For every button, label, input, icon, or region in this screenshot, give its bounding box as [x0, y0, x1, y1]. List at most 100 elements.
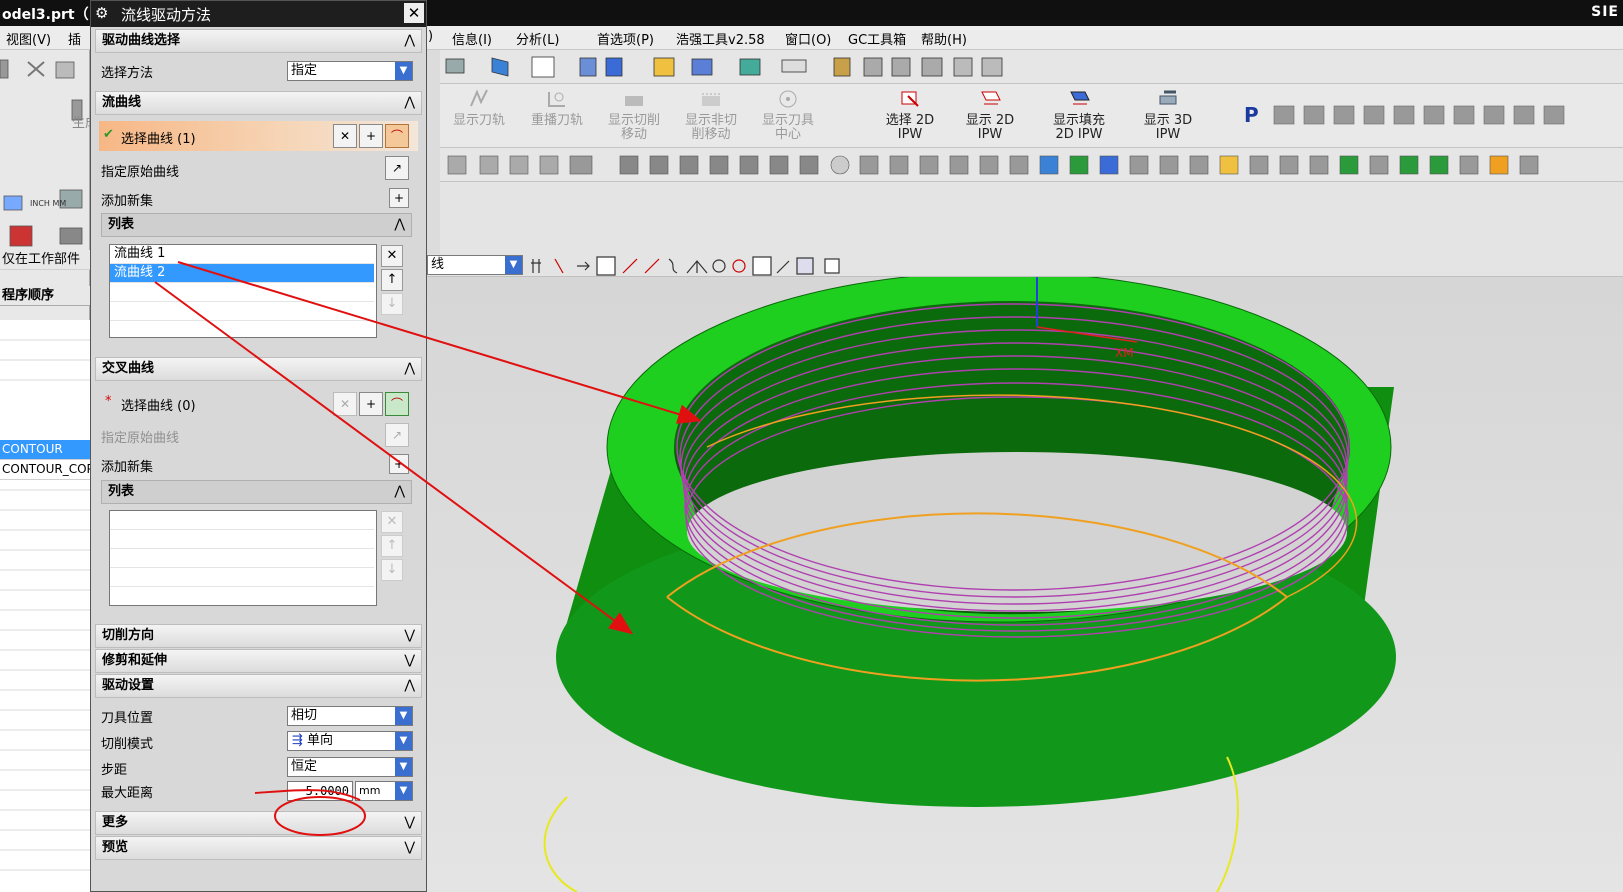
max-distance-input[interactable]: 5.0000 — [287, 781, 353, 801]
list-item-empty — [110, 568, 374, 587]
list-title: 列表 — [108, 217, 135, 232]
menu-gc-toolbox[interactable]: GC工具箱 — [848, 29, 906, 48]
chevron-up-icon: ⋀ — [404, 95, 415, 110]
nav-operation-contour-sel[interactable]: CONTOUR — [0, 440, 90, 460]
cross-specify-origin-button[interactable]: ↗ — [385, 423, 409, 447]
remove-list-item-button[interactable]: ✕ — [381, 245, 403, 267]
cross-curve-list[interactable] — [109, 510, 377, 606]
drive-settings-section-header[interactable]: 驱动设置 ⋀ — [95, 674, 422, 698]
sphere-icon — [830, 155, 850, 175]
menu-info[interactable]: 信息(I) — [452, 29, 492, 48]
flow-add-set-label: 添加新集 — [101, 194, 154, 209]
cross-curve-rule-button[interactable]: ⌒ — [385, 392, 409, 416]
work-part-filter[interactable]: 仅在工作部件 — [0, 250, 90, 270]
menu-haoqiang-tools[interactable]: 浩强工具v2.58 — [676, 29, 765, 48]
max-distance-unit-combo[interactable]: mm ▼ — [355, 781, 413, 801]
cross-deselect-button[interactable]: ✕ — [333, 392, 357, 416]
filled-ipw-icon — [1067, 88, 1091, 110]
list-item[interactable]: 流曲线 1 — [110, 245, 374, 264]
show-tool-center-button[interactable]: 显示刀具 中心 — [750, 88, 826, 142]
menu-help[interactable]: 帮助(H) — [921, 29, 967, 48]
flow-select-curve-row[interactable]: ✔ 选择曲线 (1) ✕ + ⌒ — [99, 121, 418, 151]
show-toolpath-button[interactable]: 显示刀轨 — [442, 88, 516, 128]
flow-specify-origin-label: 指定原始曲线 — [101, 165, 180, 180]
show-3d-ipw-button[interactable]: 显示 3D IPW — [1132, 88, 1204, 142]
point-on-curve-icon — [776, 260, 790, 274]
list-item-empty — [110, 549, 374, 568]
flow-curve-list[interactable]: 流曲线 1 流曲线 2 — [109, 244, 377, 338]
cross-curve-section-header[interactable]: 交叉曲线 ⋀ — [95, 357, 422, 381]
select-method-combo[interactable]: 指定 ▼ — [287, 61, 413, 81]
more-section-header[interactable]: 更多 ⋁ — [95, 811, 422, 835]
menu-insert[interactable]: 插 — [68, 29, 81, 48]
solid-icon-17 — [1129, 155, 1149, 175]
move-down-button[interactable]: ↓ — [381, 293, 403, 315]
menu-view[interactable]: 视图(V) — [6, 29, 51, 48]
standard-toolbar-icons[interactable] — [440, 50, 1623, 84]
cross-move-down-button[interactable]: ↓ — [381, 559, 403, 581]
show-noncut-moves-button[interactable]: 显示非切 削移动 — [672, 88, 750, 142]
menu-analysis[interactable]: 分析(L) — [516, 29, 559, 48]
dialog-title: 流线驱动方法 — [121, 6, 212, 24]
snap-point-icons[interactable] — [527, 255, 847, 277]
cross-specify-origin-label: 指定原始曲线 — [101, 431, 180, 446]
program-order-header[interactable]: 程序顺序 — [0, 286, 90, 306]
shaded-cube-icon — [491, 57, 509, 77]
list-item[interactable]: 流曲线 2 — [110, 264, 374, 283]
cross-add-set-button[interactable]: + — [389, 454, 409, 474]
nav-operation-contour-copy-row[interactable]: CONTOUR_COP — [0, 460, 90, 480]
feature-icon-1 — [447, 155, 467, 175]
solid-icon-12 — [979, 155, 999, 175]
solid-icon-29 — [1489, 155, 1509, 175]
add-curve-button[interactable]: + — [359, 124, 383, 148]
solid-icon-18 — [1159, 155, 1179, 175]
chevron-down-icon: ▼ — [505, 256, 522, 274]
add-set-button[interactable]: + — [389, 188, 409, 208]
gear-icon[interactable]: ⚙ — [95, 4, 108, 22]
coordinate-icon — [9, 225, 33, 247]
select-ipw-icon — [898, 88, 922, 110]
select-2d-ipw-button[interactable]: 选择 2D IPW — [874, 88, 946, 142]
chevron-up-icon: ⋀ — [404, 33, 415, 48]
show-filled-2d-ipw-button[interactable]: 显示填充 2D IPW — [1040, 88, 1118, 142]
drive-curve-section-header[interactable]: 驱动曲线选择 ⋀ — [95, 29, 422, 53]
cross-add-curve-button[interactable]: + — [359, 392, 383, 416]
tool-position-combo[interactable]: 相切 ▼ — [287, 706, 413, 726]
menu-preferences[interactable]: 首选项(P) — [597, 29, 654, 48]
feature-toolbar-icons[interactable] — [440, 148, 1623, 182]
cross-list-header[interactable]: 列表 ⋀ — [101, 480, 412, 504]
cut-mode-combo[interactable]: ⇶ 单向 ▼ — [287, 731, 413, 751]
tool-icon-c — [921, 57, 943, 77]
curve-rule-button[interactable]: ⌒ — [385, 124, 409, 148]
specify-origin-curve-button[interactable]: ↗ — [385, 156, 409, 180]
move-up-button[interactable]: ↑ — [381, 269, 403, 291]
pnc-icon: P — [1244, 103, 1259, 127]
flow-list-header[interactable]: 列表 ⋀ — [101, 213, 412, 237]
machine-icon-d — [1363, 105, 1385, 125]
cross-remove-button[interactable]: ✕ — [381, 511, 403, 533]
cut-direction-section-header[interactable]: 切削方向 ⋁ — [95, 624, 422, 648]
graphics-viewport[interactable]: XM — [427, 271, 1623, 892]
machine-icon-a — [1273, 105, 1295, 125]
solid-icon-28 — [1459, 155, 1479, 175]
snap-all-icon — [596, 256, 616, 276]
cut-icon — [27, 61, 45, 77]
solid-icon-11 — [949, 155, 969, 175]
flow-curve-section-header[interactable]: 流曲线 ⋀ — [95, 91, 422, 115]
show-2d-ipw-button[interactable]: 显示 2D IPW — [952, 88, 1028, 142]
type-filter-combo[interactable]: 线 ▼ — [427, 255, 523, 275]
show-cut-moves-button[interactable]: 显示切削 移动 — [596, 88, 672, 142]
replay-toolpath-button[interactable]: 重播刀轨 — [518, 88, 596, 128]
stepover-combo[interactable]: 恒定 ▼ — [287, 757, 413, 777]
navigator-toolbar-icons[interactable]: INCH MM — [0, 56, 90, 256]
close-button[interactable]: ✕ — [404, 3, 424, 23]
machining-toolbar-icons[interactable]: P — [1238, 98, 1623, 132]
menu-window[interactable]: 窗口(O) — [785, 29, 831, 48]
cross-select-curve-row[interactable]: * 选择曲线 (0) ✕ + ⌒ — [99, 389, 418, 419]
cross-move-up-button[interactable]: ↑ — [381, 535, 403, 557]
solid-icon-27 — [1429, 155, 1449, 175]
preview-section-header[interactable]: 预览 ⋁ — [95, 836, 422, 860]
trim-extend-section-header[interactable]: 修剪和延伸 ⋁ — [95, 649, 422, 673]
deselect-curve-button[interactable]: ✕ — [333, 124, 357, 148]
menu-partial[interactable]: ) — [428, 29, 433, 44]
